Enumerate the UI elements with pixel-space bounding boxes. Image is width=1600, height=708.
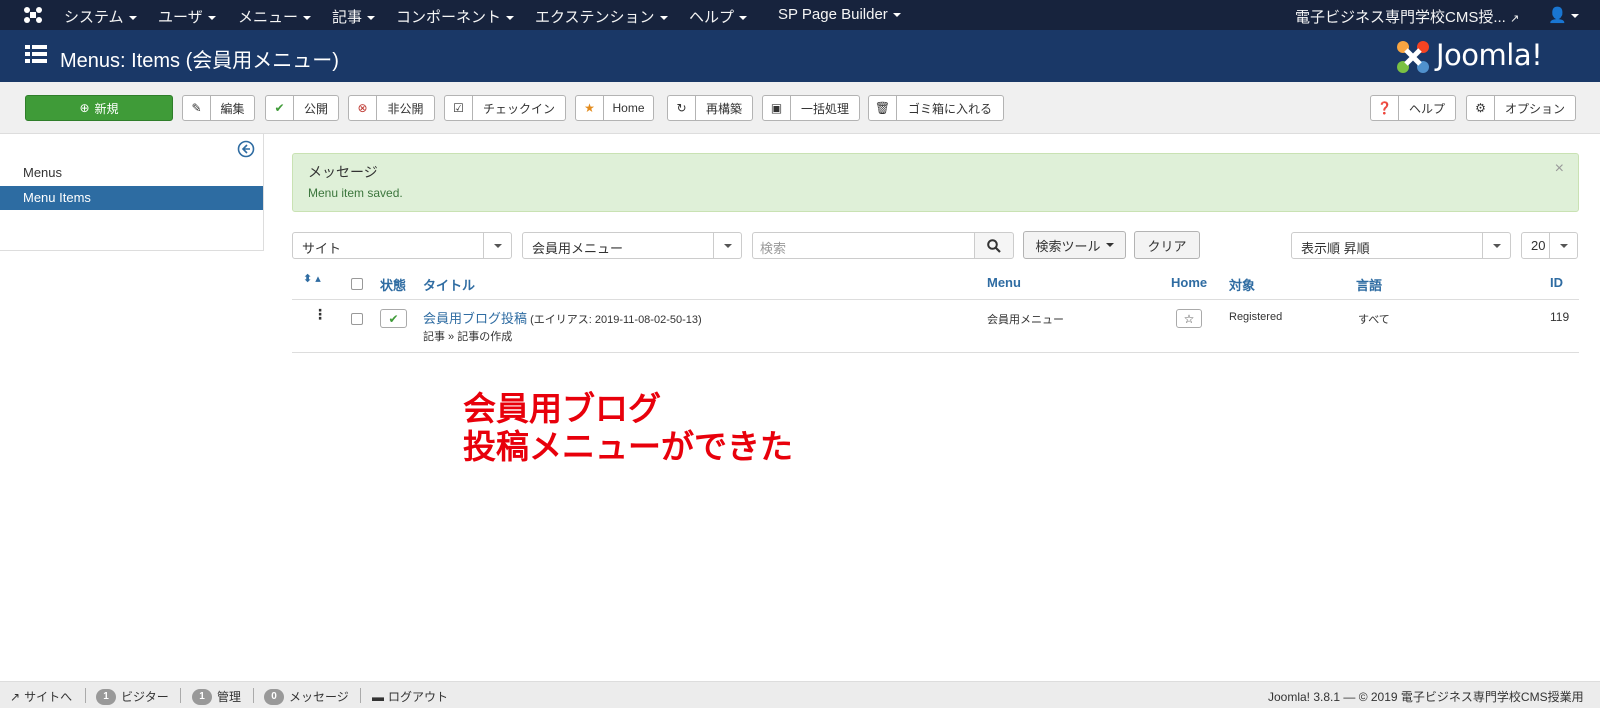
set-home-button[interactable]: ☆ (1176, 309, 1202, 328)
clear-button[interactable]: クリア (1134, 231, 1200, 259)
column-access[interactable]: 対象 (1229, 275, 1255, 294)
refresh-icon: ↻ (668, 96, 696, 120)
nav-extensions[interactable]: エクステンション (535, 6, 668, 27)
edit-icon: ✎ (183, 96, 211, 120)
message-heading: メッセージ (308, 164, 378, 180)
joomla-brand-icon (1397, 41, 1429, 73)
item-title-link[interactable]: 会員用ブログ投稿 (423, 311, 527, 326)
batch-button[interactable]: ▣ 一括処理 (762, 95, 860, 121)
checkin-button[interactable]: ☑ チェックイン (444, 95, 566, 121)
logout-link[interactable]: ▬ ログアウト (372, 688, 448, 705)
gear-icon: ⚙ (1467, 96, 1495, 120)
star-outline-icon: ☆ (1183, 311, 1195, 326)
site-link[interactable]: 電子ビジネス専門学校CMS授... ↗ (1295, 6, 1519, 27)
item-alias: (エイリアス: 2019-11-08-02-50-13) (530, 314, 702, 326)
publish-button[interactable]: ✔ 公開 (265, 95, 339, 121)
check-icon: ✔ (266, 96, 294, 120)
ordering-select[interactable]: 表示順 昇順 (1291, 232, 1511, 259)
help-button[interactable]: ❓ ヘルプ (1370, 95, 1456, 121)
column-status[interactable]: 状態 (380, 275, 406, 294)
table-divider (292, 299, 1579, 300)
trash-icon: 🗑 (869, 96, 897, 120)
new-button[interactable]: ⊕ 新規 (25, 95, 173, 121)
joomla-brand: Joomla! (1394, 38, 1584, 76)
nav-sp-page-builder[interactable]: SP Page Builder (778, 6, 901, 23)
unpublish-button[interactable]: ⊗ 非公開 (348, 95, 435, 121)
message-text: Menu item saved. (308, 186, 403, 200)
item-type: 記事 » 記事の作成 (423, 331, 513, 343)
drag-handle-icon[interactable]: ⋮ (313, 306, 327, 323)
menu-select[interactable]: 会員用メニュー (522, 232, 742, 259)
options-button[interactable]: ⚙ オプション (1466, 95, 1576, 121)
search-tools-button[interactable]: 検索ツール (1023, 231, 1126, 259)
view-site-link[interactable]: ↗ サイトへ (10, 688, 72, 705)
close-icon[interactable]: × (1555, 160, 1564, 178)
item-id: 119 (1550, 310, 1570, 324)
page-title: Menus: Items (会員用メニュー) (60, 50, 339, 72)
check-icon: ✔ (388, 311, 399, 326)
joomla-logo-icon[interactable] (22, 5, 44, 25)
item-access: Registered (1229, 311, 1283, 323)
star-icon: ★ (576, 96, 604, 120)
column-id[interactable]: ID (1550, 275, 1563, 290)
search-button[interactable] (974, 232, 1014, 259)
user-icon: 👤 (1548, 7, 1567, 24)
chevron-down-icon (713, 233, 741, 258)
sort-ordering-icon[interactable]: ⬍ ▴ (303, 272, 321, 285)
check-all-checkbox[interactable] (351, 278, 363, 290)
column-language[interactable]: 言語 (1356, 275, 1382, 294)
edit-button[interactable]: ✎ 編集 (182, 95, 255, 121)
column-title[interactable]: タイトル (423, 275, 475, 294)
published-toggle[interactable]: ✔ (380, 309, 407, 328)
nav-help[interactable]: ヘルプ (689, 6, 748, 27)
status-bar: ↗ サイトへ 1 ビジター 1 管理 0 メッセージ ▬ ログアウト Joomla! 3.… (0, 681, 1600, 708)
nav-users[interactable]: ユーザ (158, 6, 216, 27)
search-input[interactable]: 検索 (752, 232, 974, 259)
row-checkbox[interactable] (351, 313, 363, 325)
nav-system[interactable]: システム (64, 6, 137, 27)
top-navbar: システム ユーザ メニュー 記事 コンポーネント エクステンション ヘルプ SP… (0, 0, 1600, 30)
home-button[interactable]: ★ Home (575, 95, 654, 121)
success-message: メッセージ Menu item saved. × (292, 153, 1579, 212)
visitors-count: 1 ビジター (96, 688, 169, 705)
unpublish-icon: ⊗ (349, 96, 377, 120)
minus-icon: ▬ (372, 689, 384, 704)
list-icon (25, 45, 47, 63)
sidebar-item-menus[interactable]: Menus (0, 161, 263, 185)
table-divider (292, 352, 1579, 353)
column-menu[interactable]: Menu (987, 275, 1021, 290)
sidebar: Menus Menu Items (0, 134, 264, 251)
chevron-down-icon (1549, 233, 1577, 258)
sidebar-item-menu-items[interactable]: Menu Items (0, 186, 263, 210)
messages-link[interactable]: 0 メッセージ (264, 688, 349, 705)
annotation-text: 会員用ブログ 投稿メニューができた (463, 389, 793, 466)
collapse-sidebar-icon[interactable] (237, 140, 255, 158)
item-language: すべて (1358, 314, 1390, 326)
user-menu[interactable]: 👤 (1548, 6, 1579, 24)
chevron-down-icon (483, 233, 511, 258)
nav-menus[interactable]: メニュー (238, 6, 312, 27)
question-icon: ❓ (1371, 96, 1399, 120)
chevron-down-icon (1482, 233, 1510, 258)
trash-button[interactable]: 🗑 ゴミ箱に入れる (868, 95, 1004, 121)
external-link-icon: ↗ (10, 689, 21, 704)
search-icon (987, 238, 1001, 253)
page-header: Menus: Items (会員用メニュー) Joomla! (0, 30, 1600, 82)
item-menu: 会員用メニュー (987, 314, 1064, 326)
nav-components[interactable]: コンポーネント (396, 6, 515, 27)
checkbox-icon: ☑ (445, 96, 473, 120)
footer-copyright: Joomla! 3.8.1 — © 2019 電子ビジネス専門学校CMS授業用 (1268, 690, 1584, 704)
admins-count: 1 管理 (192, 688, 241, 705)
external-link-icon: ↗ (1510, 13, 1520, 25)
toolbar: ⊕ 新規 ✎ 編集 ✔ 公開 ⊗ 非公開 ☑ チェックイン ★ Home ↻ 再構築 ▣ 一括処… (0, 82, 1600, 134)
client-select[interactable]: サイト (292, 232, 512, 259)
nav-content[interactable]: 記事 (332, 6, 376, 27)
column-home[interactable]: Home (1171, 275, 1207, 290)
rebuild-button[interactable]: ↻ 再構築 (667, 95, 753, 121)
limit-select[interactable]: 20 (1521, 232, 1578, 259)
plus-circle-icon: ⊕ (79, 101, 90, 115)
square-icon: ▣ (763, 96, 791, 120)
